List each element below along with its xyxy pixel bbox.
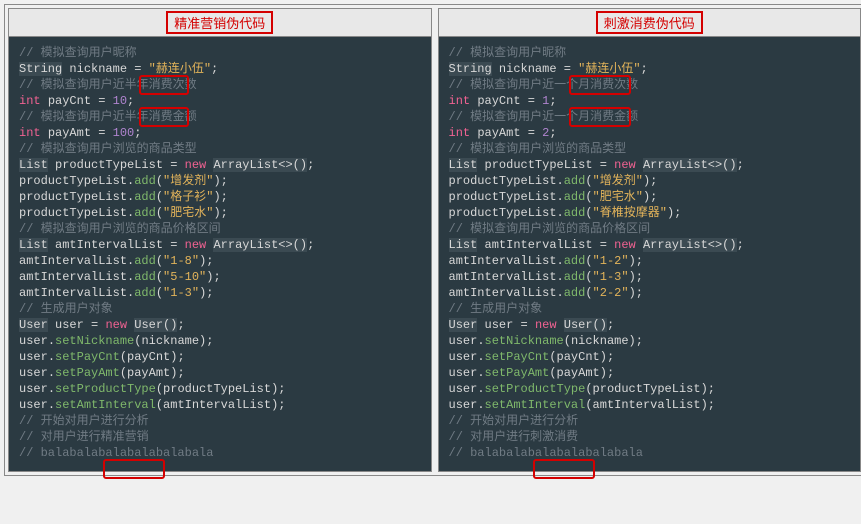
left-code: // 模拟查询用户昵称String nickname = "赫连小伍";// 模… <box>9 37 431 471</box>
right-code: // 模拟查询用户昵称String nickname = "赫连小伍";// 模… <box>439 37 861 471</box>
highlight-box <box>533 459 595 479</box>
compare-wrapper: 精准营销伪代码 // 模拟查询用户昵称String nickname = "赫连… <box>4 4 861 476</box>
left-pane: 精准营销伪代码 // 模拟查询用户昵称String nickname = "赫连… <box>8 8 432 472</box>
right-title: 刺激消费伪代码 <box>596 11 703 34</box>
right-header: 刺激消费伪代码 <box>439 9 861 37</box>
left-header: 精准营销伪代码 <box>9 9 431 37</box>
highlight-box <box>103 459 165 479</box>
right-pane: 刺激消费伪代码 // 模拟查询用户昵称String nickname = "赫连… <box>438 8 861 472</box>
left-title: 精准营销伪代码 <box>166 11 273 34</box>
